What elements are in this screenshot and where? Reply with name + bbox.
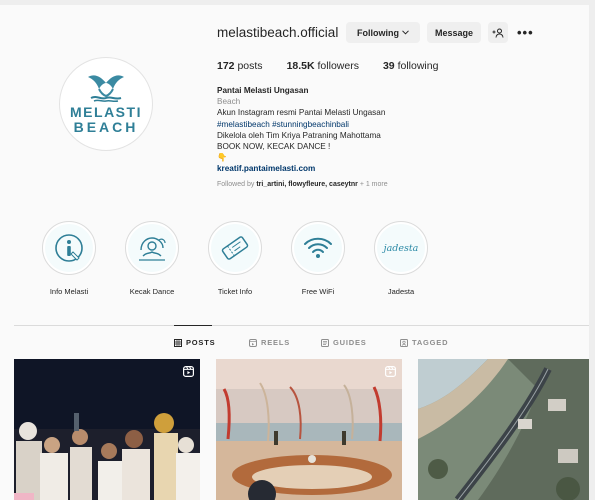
tab-label: TAGGED <box>412 338 449 347</box>
stat-posts-value: 172 <box>217 60 235 72</box>
highlight-kecak-dance[interactable]: Kecak Dance <box>117 221 187 296</box>
message-button-label: Message <box>434 27 474 38</box>
highlight-label: Ticket Info <box>217 287 253 296</box>
more-options-icon[interactable]: ••• <box>517 25 534 40</box>
post-thumbnail[interactable] <box>418 359 589 500</box>
tab-label: GUIDES <box>333 338 367 347</box>
kecak-dancer-icon <box>139 237 166 261</box>
message-button[interactable]: Message <box>427 22 481 43</box>
highlight-label: Jadesta <box>387 287 415 296</box>
tabs-divider <box>14 325 589 326</box>
followed-by-suffix: + 1 more <box>359 181 388 188</box>
following-button-label: Following <box>357 27 399 38</box>
reel-indicator-icon <box>385 366 396 377</box>
guides-icon <box>321 338 329 347</box>
profile-bio: Pantai Melasti Ungasan Beach Akun Instag… <box>217 85 497 175</box>
active-tab-indicator <box>174 325 212 326</box>
stat-followers[interactable]: 18.5K followers <box>287 60 359 72</box>
highlight-label: Kecak Dance <box>129 287 175 296</box>
bio-hashtags[interactable]: #melastibeach #stunningbeachinbali <box>217 119 497 130</box>
stat-following[interactable]: 39 following <box>383 60 438 72</box>
followed-by-names: tri_artini, flowyfleure, caseytnr <box>256 181 358 188</box>
bio-name: Pantai Melasti Ungasan <box>217 86 309 95</box>
highlight-label: Info Melasti <box>49 287 89 296</box>
tab-tagged[interactable]: TAGGED <box>400 338 448 347</box>
highlight-cover <box>208 221 262 275</box>
jadesta-logo: jadesta <box>383 242 419 254</box>
tab-posts[interactable]: POSTS <box>174 338 215 347</box>
stat-followers-value: 18.5K <box>286 60 315 72</box>
highlight-cover <box>42 221 96 275</box>
tab-label: POSTS <box>186 338 216 347</box>
suggested-users-button[interactable] <box>488 22 508 43</box>
tab-guides[interactable]: GUIDES <box>321 338 367 347</box>
post-thumbnail[interactable] <box>14 359 200 500</box>
profile-stats: 172 posts 18.5K followers 39 following <box>217 60 462 72</box>
tab-reels[interactable]: REELS <box>249 338 290 347</box>
melasti-logo-icon <box>88 75 124 103</box>
bio-emoji: 👇 <box>217 153 228 163</box>
stat-following-label: following <box>397 60 439 72</box>
post-thumbnail[interactable] <box>216 359 402 500</box>
bio-category: Beach <box>217 97 241 107</box>
highlight-cover: jadesta <box>374 221 428 275</box>
profile-avatar[interactable]: MELASTI BEACH <box>59 57 153 151</box>
post-image <box>216 359 402 500</box>
stat-posts-label: posts <box>237 60 263 72</box>
avatar-brand-line2: BEACH <box>73 119 139 135</box>
info-icon <box>55 234 83 262</box>
following-button[interactable]: Following <box>346 22 420 43</box>
highlight-info-melasti[interactable]: Info Melasti <box>34 221 104 296</box>
stat-posts: 172 posts <box>217 60 263 72</box>
stat-followers-label: followers <box>317 60 359 72</box>
wifi-icon <box>304 237 332 258</box>
bio-line: Dikelola oleh Tim Kriya Patraning Mahott… <box>217 130 381 140</box>
highlight-free-wifi[interactable]: Free WiFi <box>283 221 353 296</box>
bio-line: Akun Instagram resmi Pantai Melasti Unga… <box>217 108 386 118</box>
highlight-jadesta[interactable]: jadesta Jadesta <box>366 221 436 296</box>
profile-page: MELASTI BEACH melastibeach.official Foll… <box>0 5 589 500</box>
chevron-down-icon <box>402 30 409 35</box>
highlight-label: Free WiFi <box>301 287 335 296</box>
profile-username: melastibeach.official <box>217 25 339 40</box>
ticket-icon <box>221 236 249 260</box>
bio-line: BOOK NOW, KECAK DANCE ! <box>217 142 331 152</box>
highlight-cover <box>125 221 179 275</box>
highlight-ticket-info[interactable]: Ticket Info <box>200 221 270 296</box>
stat-following-value: 39 <box>382 60 395 72</box>
followed-by-prefix: Followed by <box>217 181 255 188</box>
highlight-cover <box>291 221 345 275</box>
window-frame-right <box>589 0 595 500</box>
bio-website-link[interactable]: kreatif.pantaimelasti.com <box>217 163 497 174</box>
post-image <box>14 359 200 500</box>
tab-label: REELS <box>261 338 291 347</box>
reels-icon <box>249 338 257 347</box>
followed-by[interactable]: Followed by tri_artini, flowyfleure, cas… <box>217 181 388 188</box>
grid-icon <box>174 338 182 347</box>
tagged-icon <box>400 338 408 347</box>
avatar-brand-line1: MELASTI <box>70 104 142 120</box>
add-person-icon <box>492 28 504 38</box>
reel-indicator-icon <box>183 366 194 377</box>
post-image <box>418 359 589 500</box>
